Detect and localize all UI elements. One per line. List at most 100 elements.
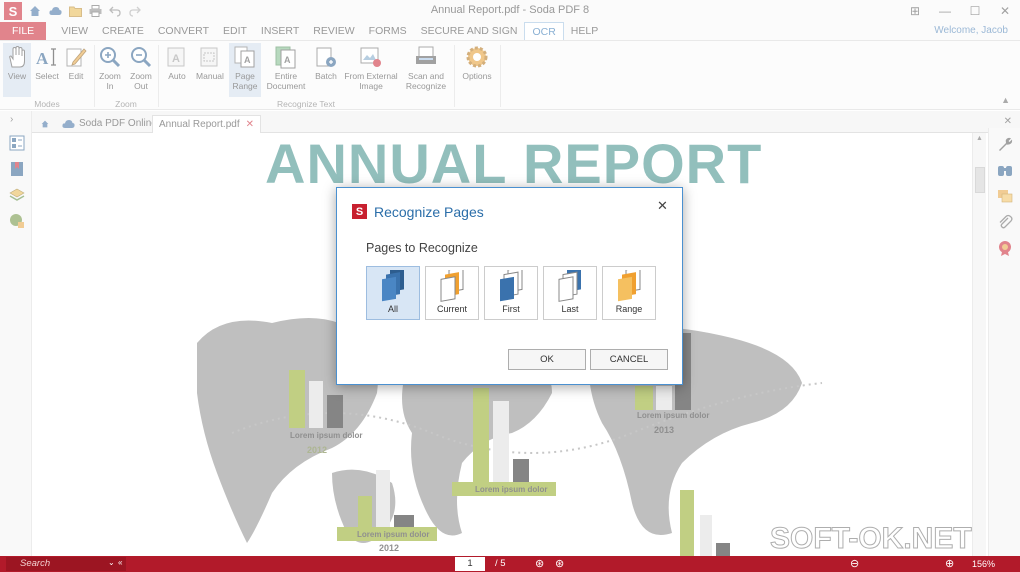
certificate-icon[interactable] — [997, 240, 1013, 256]
page-number-input[interactable]: 1 — [455, 557, 485, 571]
cancel-button[interactable]: CANCEL — [590, 349, 668, 370]
option-first[interactable]: First — [484, 266, 538, 320]
signatures-icon[interactable] — [9, 213, 25, 229]
batch-icon — [316, 47, 336, 67]
comments-icon[interactable] — [997, 188, 1013, 204]
soda-online-tab[interactable]: Soda PDF Online — [56, 115, 163, 133]
edit-mode-button[interactable]: Edit — [62, 43, 90, 97]
last-page-icon[interactable]: ⊛ — [555, 557, 564, 570]
tab-view[interactable]: VIEW — [54, 22, 95, 40]
watermark: SOFT-OK.NET — [770, 522, 973, 556]
tab-ocr[interactable]: OCR — [524, 22, 564, 40]
annual-report-tab[interactable]: Annual Report.pdf ✕ — [152, 115, 262, 134]
chart-year: 2013 — [654, 425, 674, 435]
restore-layout-icon[interactable]: ⊞ — [900, 0, 930, 22]
close-button[interactable]: ✕ — [990, 0, 1020, 22]
option-range[interactable]: Range — [602, 266, 656, 320]
dialog-close-icon[interactable]: ✕ — [657, 198, 668, 214]
menu-bar: FILE VIEW CREATE CONVERT EDIT INSERT REV… — [0, 22, 1020, 40]
next-page-icon[interactable]: ⊛ — [535, 557, 544, 570]
ok-button[interactable]: OK — [508, 349, 586, 370]
zoom-group-label: Zoom — [115, 99, 137, 109]
status-bar: Search ⌄ « 1 / 5 ⊛ ⊛ ⊖ ⊕ 156% — [0, 556, 1020, 572]
option-range-label: Range — [615, 304, 643, 314]
option-current[interactable]: Current — [425, 266, 479, 320]
zoom-in-icon[interactable]: ⊕ — [945, 557, 954, 570]
vertical-scrollbar[interactable]: ▲ — [972, 133, 986, 556]
chart-caption: Lorem ipsum dolor — [475, 485, 547, 494]
chart-caption: Lorem ipsum dolor — [290, 431, 362, 440]
dialog-logo: S — [352, 204, 367, 219]
from-external-image-button[interactable]: From External Image — [343, 43, 399, 97]
option-last[interactable]: Last — [543, 266, 597, 320]
home-tab[interactable] — [35, 115, 55, 133]
scanner-icon — [416, 46, 436, 64]
wrench-icon[interactable] — [997, 136, 1013, 152]
tab-create[interactable]: CREATE — [95, 22, 151, 40]
scroll-up-icon[interactable]: ▲ — [976, 135, 983, 142]
welcome-user-link[interactable]: Welcome, Jacob — [934, 22, 1008, 40]
tab-edit[interactable]: EDIT — [216, 22, 254, 40]
bookmarks-icon[interactable] — [9, 161, 25, 177]
svg-text:A: A — [36, 49, 49, 68]
maximize-button[interactable]: ☐ — [960, 0, 990, 22]
options-button[interactable]: Options — [459, 43, 495, 97]
entire-document-button[interactable]: A Entire Document — [264, 43, 308, 97]
zoom-out-icon[interactable]: ⊖ — [850, 557, 859, 570]
chart-year: 2012 — [379, 543, 399, 553]
edit-pencil-icon — [66, 48, 87, 67]
zoom-in-button[interactable]: Zoom In — [96, 43, 124, 97]
options-label: Options — [462, 71, 492, 81]
minimize-button[interactable]: — — [930, 0, 960, 22]
bar-gray — [700, 515, 712, 556]
page-range-button[interactable]: A Page Range — [229, 43, 261, 97]
tab-help[interactable]: HELP — [564, 22, 605, 40]
cloud-icon — [62, 120, 75, 128]
recognize-pages-dialog: S Recognize Pages ✕ Pages to Recognize A… — [336, 187, 683, 385]
auto-ocr-icon: A — [167, 47, 185, 67]
option-all[interactable]: All — [366, 266, 420, 320]
manual-ocr-label: Manual — [196, 71, 224, 81]
collapse-ribbon-icon[interactable]: ▲ — [1001, 95, 1010, 105]
bar-green — [635, 386, 653, 410]
expand-panel-icon[interactable]: › — [10, 114, 13, 125]
tab-file[interactable]: FILE — [0, 22, 47, 40]
dialog-subtitle: Pages to Recognize — [366, 241, 478, 255]
select-mode-button[interactable]: A Select — [33, 43, 61, 97]
home-icon[interactable] — [28, 4, 42, 18]
zoom-level[interactable]: 156% — [972, 557, 995, 571]
close-document-icon[interactable]: ✕ — [1004, 116, 1012, 127]
auto-ocr-button[interactable]: A Auto — [162, 43, 192, 97]
tab-review[interactable]: REVIEW — [306, 22, 361, 40]
search-dropdown-icon[interactable]: ⌄ — [108, 558, 115, 567]
bar-black — [513, 459, 529, 483]
manual-ocr-button[interactable]: Manual — [194, 43, 226, 97]
search-options-icon[interactable]: « — [118, 558, 122, 567]
app-logo[interactable]: S — [4, 2, 22, 20]
scroll-thumb[interactable] — [975, 167, 985, 193]
tab-convert[interactable]: CONVERT — [151, 22, 216, 40]
cloud-icon[interactable] — [48, 4, 62, 18]
title-bar: S Annual Report.pdf - Soda PDF 8 ⊞ — ☐ ✕ — [0, 0, 1020, 22]
zoom-out-button[interactable]: Zoom Out — [127, 43, 155, 97]
undo-icon[interactable] — [108, 4, 122, 18]
batch-button[interactable]: Batch — [311, 43, 341, 97]
thumbnails-icon[interactable] — [9, 135, 25, 151]
tab-insert[interactable]: INSERT — [254, 22, 306, 40]
chart-caption: Lorem ipsum dolor — [357, 530, 429, 539]
binoculars-icon[interactable] — [997, 162, 1013, 178]
view-mode-button[interactable]: View — [3, 43, 31, 97]
folder-icon[interactable] — [68, 4, 82, 18]
layers-icon[interactable] — [9, 187, 25, 203]
print-icon[interactable] — [88, 4, 102, 18]
tab-secure-and-sign[interactable]: SECURE AND SIGN — [414, 22, 525, 40]
bar-green — [473, 388, 489, 483]
close-tab-icon[interactable]: ✕ — [246, 116, 254, 134]
attachment-icon[interactable] — [997, 214, 1013, 230]
scan-and-recognize-button[interactable]: Scan and Recognize — [402, 43, 450, 97]
tab-forms[interactable]: FORMS — [362, 22, 414, 40]
zoom-in-label: Zoom In — [99, 71, 121, 91]
auto-ocr-label: Auto — [168, 71, 186, 81]
redo-icon[interactable] — [128, 4, 142, 18]
current-page-icon — [440, 270, 464, 302]
